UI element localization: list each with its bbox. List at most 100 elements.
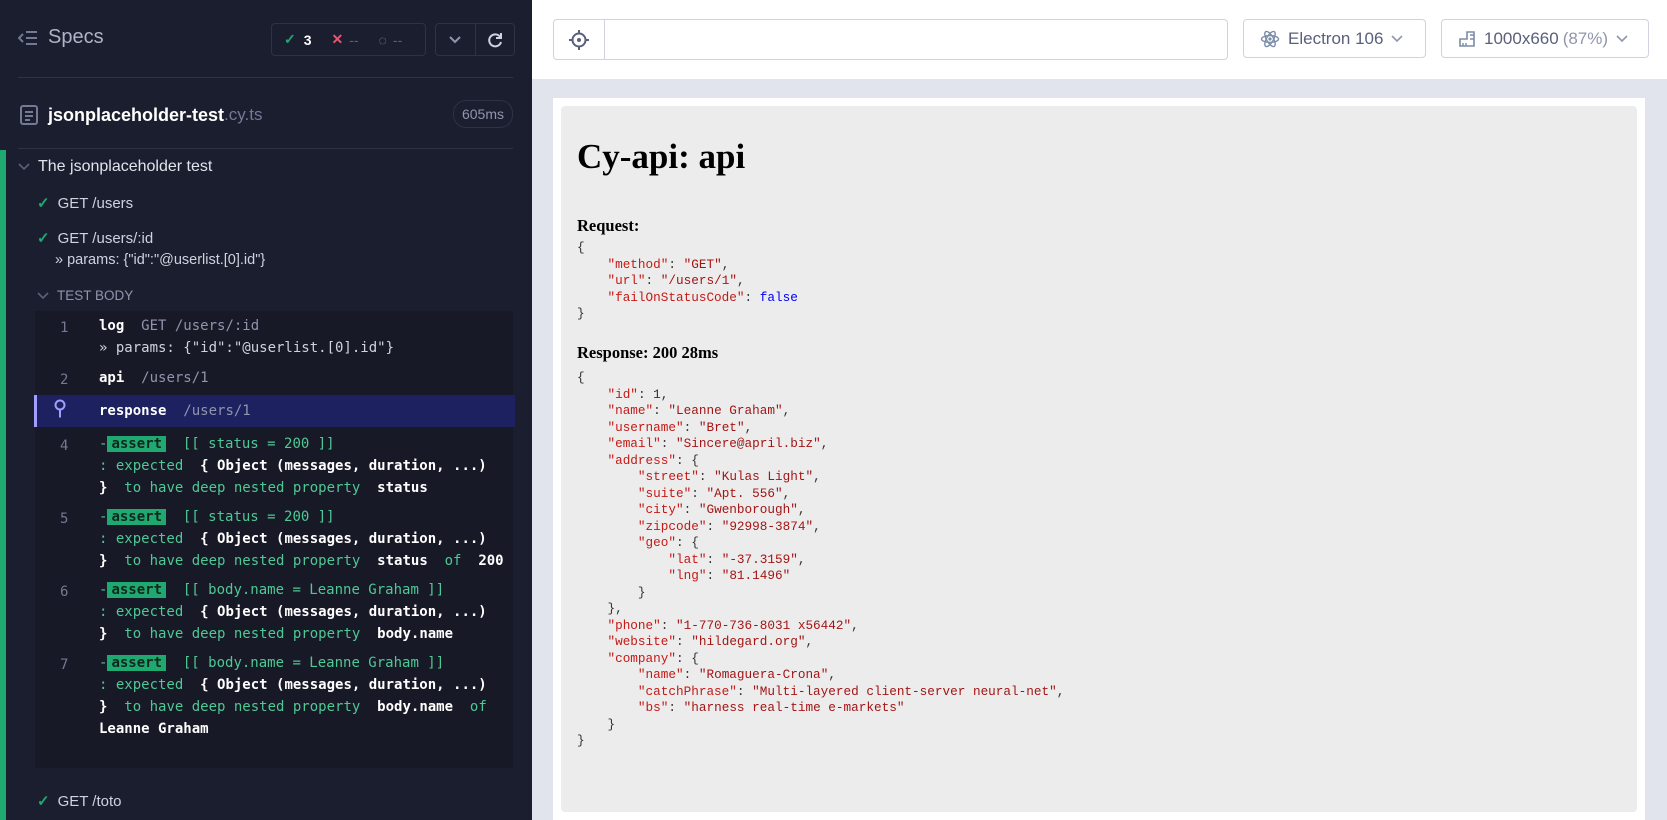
request-json: { "method": "GET", "url": "/users/1", "f…	[577, 240, 798, 321]
assert-text: : expected	[99, 458, 184, 474]
aut-toolbar: Electron 106 1000x660 (87%)	[532, 0, 1667, 79]
command-row[interactable]: 6 - assert [[ body.name = Leanne Graham ]…	[35, 575, 513, 647]
file-divider	[18, 148, 513, 149]
resp-bs: harness real-time e-markets	[691, 700, 897, 715]
command-name: log	[99, 318, 125, 334]
test-body-label: TEST BODY	[57, 288, 134, 303]
spec-duration: 605ms	[452, 100, 513, 128]
assert-text: of	[444, 553, 462, 569]
viewport-size: 1000x660	[1484, 28, 1559, 48]
browser-dropdown[interactable]: Electron 106	[1243, 19, 1426, 58]
resp-company-name: Romaguera-Crona	[706, 667, 821, 682]
assert-text: to have deep nested property	[124, 480, 361, 496]
spec-file-name: jsonplaceholder-test	[48, 104, 225, 125]
pending-stat: ◌ --	[379, 32, 403, 48]
command-message: GET /users/:id	[141, 318, 260, 334]
assert-badge: assert	[107, 436, 167, 452]
request-url: /users/1	[668, 273, 730, 288]
command-row-pinned[interactable]: response /users/1	[34, 395, 515, 427]
assert-text: to have deep nested property	[124, 626, 361, 642]
assert-value: Leanne Graham	[99, 721, 209, 737]
page-title: Cy-api: api	[577, 137, 746, 176]
request-fail-on-status: false	[759, 289, 798, 305]
request-label: Request:	[577, 216, 640, 235]
assert-property: status	[377, 553, 428, 569]
command-row[interactable]: 5 - assert [[ status = 200 ]] : expected …	[35, 502, 513, 574]
assert-text: of	[469, 699, 487, 715]
command-number: 5	[60, 511, 69, 527]
command-row[interactable]: 1 log GET /users/:id » params: {"id":"@u…	[35, 311, 513, 361]
test-row[interactable]: ✓ GET /toto	[37, 792, 122, 811]
test-params: » params: {"id":"@userlist.[0].id"}	[55, 252, 266, 268]
failed-count: --	[349, 31, 359, 48]
app-under-test-panel: Electron 106 1000x660 (87%) Cy-api: api …	[532, 0, 1667, 820]
resp-email: Sincere@april.biz	[683, 436, 814, 451]
expand-collapse-button[interactable]	[436, 24, 475, 55]
assert-text: : expected	[99, 677, 184, 693]
crosshair-icon	[569, 29, 589, 50]
assert-expression: [[ body.name = Leanne Graham ]]	[182, 655, 445, 671]
reporter-panel: Specs ✓ 3 ✕ -- ◌ -- jsonplaceholder-test…	[0, 0, 532, 820]
suite-title: The jsonplaceholder test	[38, 158, 213, 175]
url-bar	[553, 19, 1228, 60]
assert-text: to have deep nested property	[124, 699, 361, 715]
command-message: /users/1	[183, 403, 251, 419]
assert-subject-end: }	[99, 553, 108, 569]
failed-stat: ✕ --	[332, 31, 359, 48]
assert-property: body.name	[377, 626, 454, 642]
rerun-button[interactable]	[474, 24, 515, 55]
chevron-down-icon	[18, 163, 30, 171]
command-name: response	[99, 403, 167, 419]
assert-badge: assert	[107, 655, 167, 671]
request-method: GET	[691, 256, 715, 272]
resp-catchphrase: Multi-layered client-server neural-net	[759, 683, 1050, 699]
passed-stat: ✓ 3	[284, 31, 312, 48]
resp-id: 1	[653, 386, 661, 402]
check-icon: ✓	[37, 230, 50, 247]
viewport-dropdown[interactable]: 1000x660 (87%)	[1441, 19, 1649, 58]
assert-subject: { Object (messages, duration, ...)	[200, 604, 487, 620]
command-message: /users/1	[141, 370, 209, 386]
spec-file-ext: .cy.ts	[224, 105, 263, 124]
resp-lat: -37.3159	[729, 551, 791, 567]
command-row[interactable]: 2 api /users/1	[35, 363, 513, 393]
pin-icon	[53, 399, 67, 426]
command-name: api	[99, 370, 125, 386]
header-divider	[18, 77, 513, 78]
aut-iframe: Cy-api: api Request: { "method": "GET", …	[561, 106, 1637, 812]
specs-button[interactable]: Specs	[18, 26, 104, 49]
passed-count: 3	[303, 31, 312, 48]
assert-text: to have deep nested property	[124, 553, 361, 569]
assert-property: status	[377, 480, 428, 496]
command-row[interactable]: 4 - assert [[ status = 200 ]] : expected …	[35, 429, 513, 501]
url-input[interactable]	[612, 30, 1216, 49]
assert-subject-end: }	[99, 699, 108, 715]
resp-username: Bret	[706, 419, 737, 435]
chevron-down-icon	[1391, 34, 1404, 42]
test-body-toggle[interactable]: TEST BODY	[37, 288, 133, 303]
command-row[interactable]: 7 - assert [[ body.name = Leanne Graham ]…	[35, 648, 513, 744]
command-number: 6	[60, 584, 69, 600]
assert-property: body.name	[377, 699, 454, 715]
command-params: » params: {"id":"@userlist.[0].id"}	[99, 340, 395, 356]
test-row[interactable]: ✓ GET /users/:id	[37, 229, 153, 248]
chevron-down-icon	[37, 291, 49, 299]
ruler-icon	[1459, 30, 1475, 47]
assert-badge: assert	[107, 509, 167, 525]
command-number: 7	[60, 657, 69, 673]
reporter-header: Specs ✓ 3 ✕ -- ◌ --	[0, 0, 532, 80]
suite-row[interactable]: The jsonplaceholder test	[18, 158, 212, 176]
assert-subject: { Object (messages, duration, ...)	[200, 531, 487, 547]
document-icon	[20, 105, 38, 125]
assert-expression: [[ status = 200 ]]	[182, 436, 335, 452]
response-json: { "id": 1, "name": "Leanne Graham", "use…	[577, 370, 1065, 748]
test-row[interactable]: ✓ GET /users	[37, 194, 133, 213]
response-label: Response: 200 28ms	[577, 343, 719, 362]
assert-subject: { Object (messages, duration, ...)	[200, 677, 487, 693]
resp-lng: 81.1496	[729, 568, 783, 583]
specs-list-icon	[18, 30, 37, 45]
x-icon: ✕	[331, 31, 344, 47]
selector-playground-button[interactable]	[554, 20, 605, 59]
assert-text: : expected	[99, 531, 184, 547]
specs-label: Specs	[48, 26, 104, 48]
